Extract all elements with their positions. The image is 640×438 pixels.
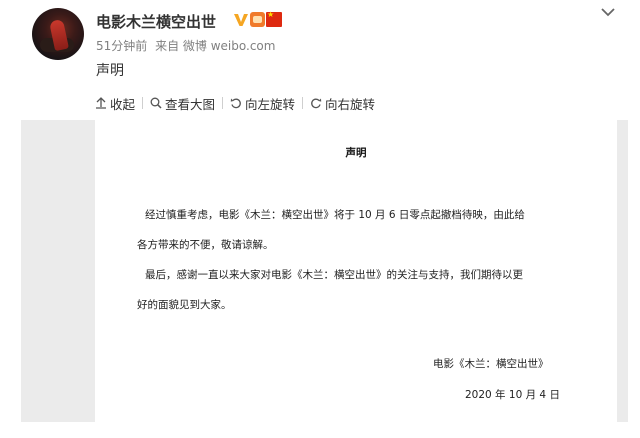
rotate-right-button[interactable]: 向右旋转 [310, 94, 375, 113]
chevron-down-icon[interactable] [598, 4, 618, 20]
china-flag-icon [266, 10, 282, 27]
rotate-right-label: 向右旋转 [325, 96, 376, 112]
collapse-label: 收起 [110, 96, 136, 112]
statement-line: 各方带来的不便，敬请谅解。 [137, 239, 274, 251]
view-large-button[interactable]: 查看大图 [150, 94, 215, 113]
statement-line: 好的面貌见到大家。 [137, 299, 232, 311]
toolbar-divider [222, 97, 224, 109]
collapse-button[interactable]: 收起 [95, 94, 135, 113]
username[interactable]: 电影木兰横空出世 [96, 11, 216, 32]
search-icon [150, 97, 162, 109]
statement-title: 声明 [345, 147, 367, 159]
statement-signature: 电影《木兰：横空出世》 [433, 358, 549, 370]
toolbar-divider [142, 97, 144, 109]
statement-image[interactable]: 声明 经过慎重考虑，电影《木兰：横空出世》将于 10 月 6 日零点起撤档待映，… [95, 120, 617, 422]
statement-line: 经过慎重考虑，电影《木兰：横空出世》将于 10 月 6 日零点起撤档待映，由此给 [145, 209, 525, 221]
medal-icon [250, 12, 265, 27]
rotate-right-icon [311, 98, 322, 109]
post-source: 来自 微博 weibo.com [155, 39, 276, 53]
image-toolbar: 收起 查看大图 向左旋转 向右旋转 [95, 94, 375, 112]
statement-date: 2020 年 10 月 4 日 [465, 389, 560, 401]
rotate-left-button[interactable]: 向左旋转 [230, 94, 295, 113]
rotate-left-icon [230, 98, 241, 109]
statement-line: 最后，感谢一直以来大家对电影《木兰：横空出世》的关注与支持，我们期待以更 [145, 269, 523, 281]
view-large-label: 查看大图 [165, 96, 216, 112]
avatar[interactable] [32, 8, 84, 60]
post-meta: 51分钟前 来自 微博 weibo.com [96, 37, 279, 54]
rotate-left-label: 向左旋转 [245, 96, 296, 112]
verified-v-icon [234, 14, 248, 26]
post-time[interactable]: 51分钟前 [96, 39, 147, 53]
toolbar-divider [302, 97, 304, 109]
collapse-icon [96, 97, 106, 109]
post-text: 声明 [96, 63, 124, 79]
